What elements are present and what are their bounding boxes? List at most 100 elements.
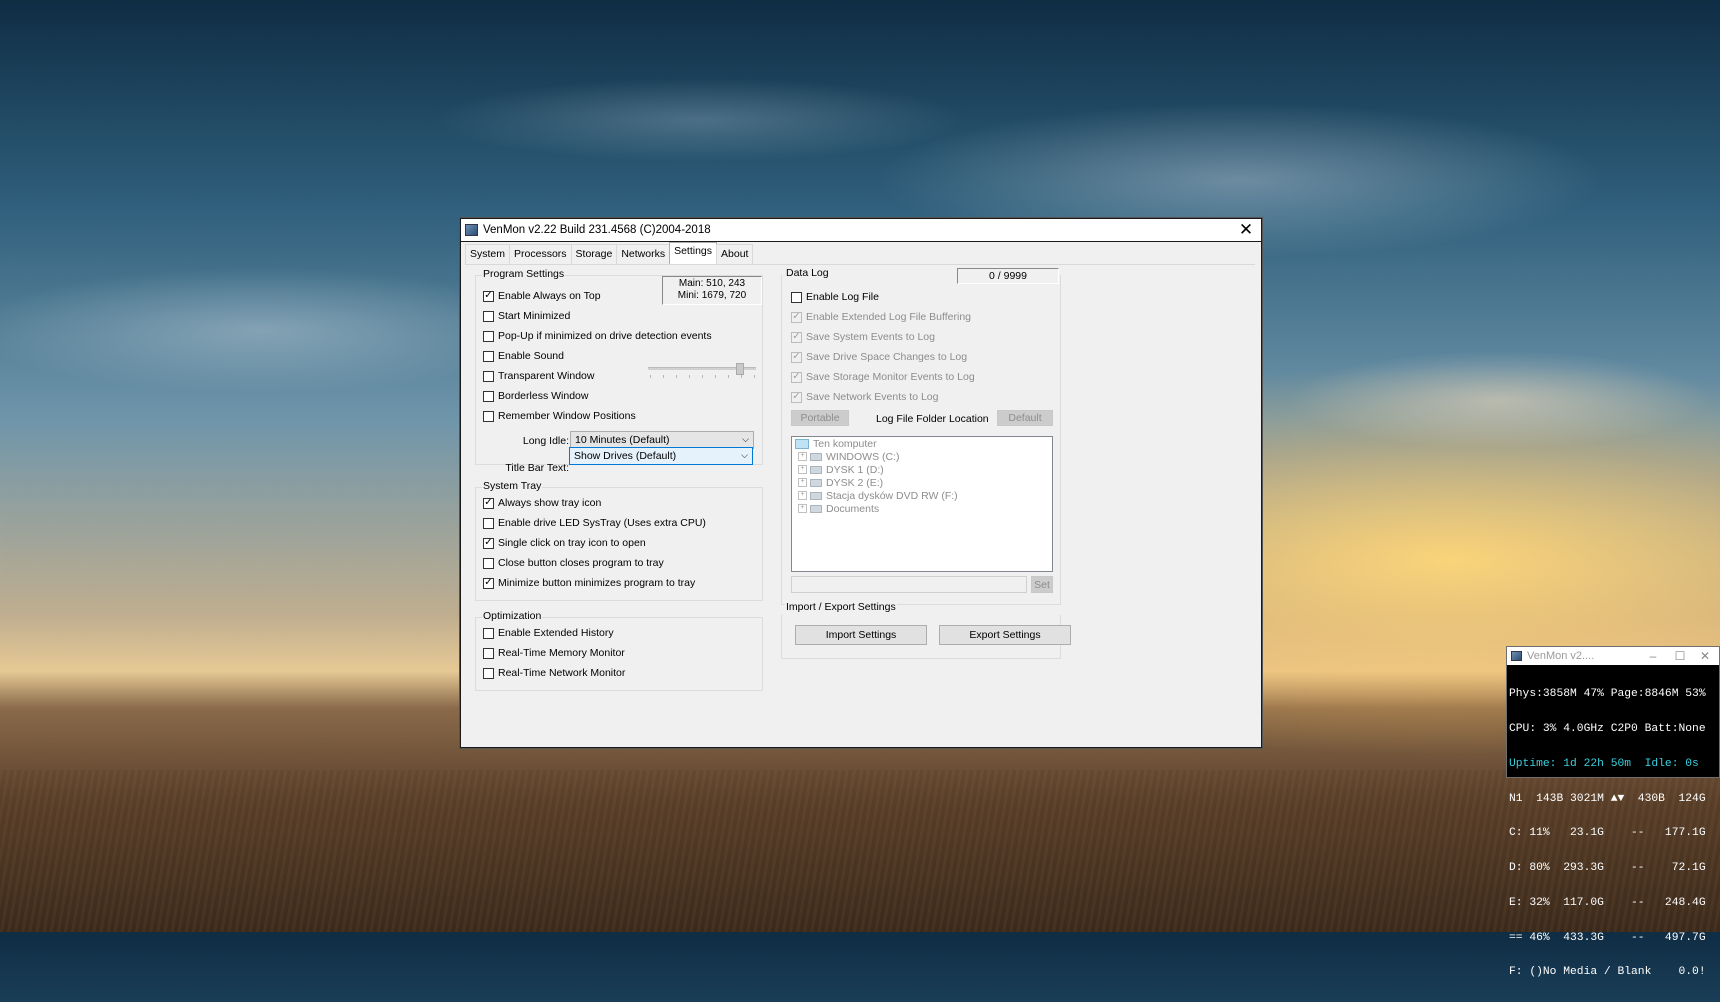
close-to-tray-checkbox[interactable]: Close button closes program to tray bbox=[483, 557, 664, 569]
mini-title-bar[interactable]: VenMon v2.... – ☐ ✕ bbox=[1507, 647, 1719, 665]
title-bar[interactable]: VenMon v2.22 Build 231.4568 (C)2004-2018… bbox=[461, 219, 1261, 242]
save-network-events-checkbox[interactable]: ✓ Save Network Events to Log bbox=[791, 391, 939, 403]
checkbox-box[interactable] bbox=[483, 350, 494, 362]
tab-system[interactable]: System bbox=[465, 244, 511, 264]
checkbox-label: Real-Time Network Monitor bbox=[498, 667, 626, 679]
mini-line-drive-c: C: 11% 23.1G -- 177.1G bbox=[1509, 827, 1706, 840]
window-coordinates: Main: 510, 243 Mini: 1679, 720 bbox=[662, 276, 762, 305]
checkbox-box[interactable] bbox=[483, 330, 494, 342]
tree-item-drive-d[interactable]: + DYSK 1 (D:) bbox=[792, 463, 1052, 476]
save-system-events-checkbox[interactable]: ✓ Save System Events to Log bbox=[791, 331, 935, 343]
title-bar-text-dropdown[interactable]: Show Drives (Default) ⌵ bbox=[569, 447, 753, 465]
checkbox-label: Borderless Window bbox=[498, 390, 589, 402]
expand-icon[interactable]: + bbox=[798, 465, 807, 474]
import-settings-button[interactable]: Import Settings bbox=[795, 625, 927, 645]
tab-networks[interactable]: Networks bbox=[616, 244, 671, 264]
venmon-mini-window: VenMon v2.... – ☐ ✕ Phys:3858M 47% Page:… bbox=[1506, 646, 1720, 978]
checkbox-box[interactable] bbox=[483, 370, 494, 382]
remember-window-positions-checkbox[interactable]: Remember Window Positions bbox=[483, 410, 636, 422]
tab-processors[interactable]: Processors bbox=[509, 244, 572, 264]
optimization-label: Optimization bbox=[482, 610, 543, 622]
checkbox-box[interactable]: ✓ bbox=[791, 391, 802, 403]
log-path-input[interactable] bbox=[791, 576, 1027, 593]
tree-item-drive-c[interactable]: + WINDOWS (C:) bbox=[792, 450, 1052, 463]
checkbox-box[interactable] bbox=[483, 667, 494, 679]
program-settings-group: Program Settings Main: 510, 243 Mini: 16… bbox=[475, 268, 763, 474]
expand-icon[interactable]: + bbox=[798, 491, 807, 500]
minimize-to-tray-checkbox[interactable]: ✓ Minimize button minimizes program to tr… bbox=[483, 577, 695, 589]
start-minimized-checkbox[interactable]: Start Minimized bbox=[483, 310, 570, 322]
export-settings-button[interactable]: Export Settings bbox=[939, 625, 1071, 645]
checkbox-box[interactable]: ✓ bbox=[791, 371, 802, 383]
drive-led-systray-checkbox[interactable]: Enable drive LED SysTray (Uses extra CPU… bbox=[483, 517, 706, 529]
checkbox-box[interactable] bbox=[483, 310, 494, 322]
checkbox-box[interactable]: ✓ bbox=[791, 351, 802, 363]
checkbox-box[interactable]: ✓ bbox=[791, 331, 802, 343]
save-storage-monitor-events-checkbox[interactable]: ✓ Save Storage Monitor Events to Log bbox=[791, 371, 975, 383]
tree-item-drive-f[interactable]: + Stacja dysków DVD RW (F:) bbox=[792, 489, 1052, 502]
minimize-icon[interactable]: – bbox=[1641, 647, 1665, 665]
checkbox-box[interactable] bbox=[483, 557, 494, 569]
save-drive-space-changes-checkbox[interactable]: ✓ Save Drive Space Changes to Log bbox=[791, 351, 967, 363]
expand-icon[interactable]: + bbox=[798, 504, 807, 513]
checkbox-box[interactable] bbox=[791, 291, 802, 303]
checkbox-box[interactable] bbox=[483, 627, 494, 639]
checkbox-box[interactable]: ✓ bbox=[483, 537, 494, 549]
checkbox-label: Enable Sound bbox=[498, 350, 564, 362]
enable-always-on-top-checkbox[interactable]: ✓ Enable Always on Top bbox=[483, 290, 601, 302]
borderless-window-checkbox[interactable]: Borderless Window bbox=[483, 390, 588, 402]
mini-line-memory: Phys:3858M 47% Page:8846M 53% bbox=[1509, 688, 1706, 701]
checkbox-label: Save Network Events to Log bbox=[806, 391, 939, 403]
tree-item-label: Documents bbox=[826, 502, 880, 515]
close-button[interactable]: ✕ bbox=[1231, 219, 1261, 241]
popup-on-drive-events-checkbox[interactable]: Pop-Up if minimized on drive detection e… bbox=[483, 330, 712, 342]
checkbox-box[interactable]: ✓ bbox=[791, 311, 802, 323]
checkbox-box[interactable] bbox=[483, 517, 494, 529]
tree-item-drive-e[interactable]: + DYSK 2 (E:) bbox=[792, 476, 1052, 489]
log-folder-tree[interactable]: Ten komputer + WINDOWS (C:) + DYSK 1 (D:… bbox=[791, 436, 1053, 572]
single-click-tray-checkbox[interactable]: ✓ Single click on tray icon to open bbox=[483, 537, 646, 549]
set-button[interactable]: Set bbox=[1031, 576, 1053, 593]
realtime-network-monitor-checkbox[interactable]: Real-Time Network Monitor bbox=[483, 667, 625, 679]
system-tray-label: System Tray bbox=[482, 480, 543, 492]
tree-item-documents[interactable]: + Documents bbox=[792, 502, 1052, 515]
log-entry-counter: 0 / 9999 bbox=[957, 268, 1059, 284]
tree-item-computer[interactable]: Ten komputer bbox=[792, 437, 1052, 450]
extended-history-checkbox[interactable]: Enable Extended History bbox=[483, 627, 614, 639]
checkbox-label: Save Storage Monitor Events to Log bbox=[806, 371, 975, 383]
realtime-memory-monitor-checkbox[interactable]: Real-Time Memory Monitor bbox=[483, 647, 625, 659]
tab-strip: System Processors Storage Networks Setti… bbox=[465, 242, 754, 264]
transparent-window-checkbox[interactable]: Transparent Window bbox=[483, 370, 594, 382]
computer-icon bbox=[795, 438, 809, 449]
expand-icon[interactable]: + bbox=[798, 452, 807, 461]
portable-button[interactable]: Portable bbox=[791, 410, 849, 426]
checkbox-box[interactable]: ✓ bbox=[483, 497, 494, 509]
tab-about[interactable]: About bbox=[716, 244, 754, 264]
default-button[interactable]: Default bbox=[997, 410, 1053, 426]
extended-log-buffering-checkbox[interactable]: ✓ Enable Extended Log File Buffering bbox=[791, 311, 971, 323]
enable-log-file-checkbox[interactable]: Enable Log File bbox=[791, 291, 879, 303]
checkbox-box[interactable] bbox=[483, 410, 494, 422]
close-icon[interactable]: ✕ bbox=[1693, 647, 1717, 665]
mini-line-uptime: Uptime: 1d 22h 50m Idle: 0s bbox=[1509, 757, 1699, 770]
checkbox-label: Single click on tray icon to open bbox=[498, 537, 646, 549]
checkbox-box[interactable] bbox=[483, 390, 494, 402]
venmon-app-icon bbox=[465, 224, 478, 236]
always-show-tray-icon-checkbox[interactable]: ✓ Always show tray icon bbox=[483, 497, 601, 509]
maximize-icon[interactable]: ☐ bbox=[1668, 647, 1692, 665]
tab-storage[interactable]: Storage bbox=[570, 244, 618, 264]
checkbox-label: Save Drive Space Changes to Log bbox=[806, 351, 968, 363]
checkbox-box[interactable] bbox=[483, 647, 494, 659]
transparency-slider-thumb[interactable] bbox=[736, 363, 744, 375]
checkbox-label: Close button closes program to tray bbox=[498, 557, 664, 569]
checkbox-box[interactable]: ✓ bbox=[483, 577, 494, 589]
checkbox-label: Real-Time Memory Monitor bbox=[498, 647, 625, 659]
expand-icon[interactable]: + bbox=[798, 478, 807, 487]
log-folder-location-label: Log File Folder Location bbox=[876, 413, 989, 425]
dvd-drive-icon bbox=[810, 491, 822, 500]
transparency-slider-ticks bbox=[650, 375, 756, 378]
desktop-field bbox=[0, 770, 1720, 932]
checkbox-box[interactable]: ✓ bbox=[483, 290, 494, 302]
enable-sound-checkbox[interactable]: Enable Sound bbox=[483, 350, 564, 362]
tab-settings[interactable]: Settings bbox=[669, 242, 718, 264]
